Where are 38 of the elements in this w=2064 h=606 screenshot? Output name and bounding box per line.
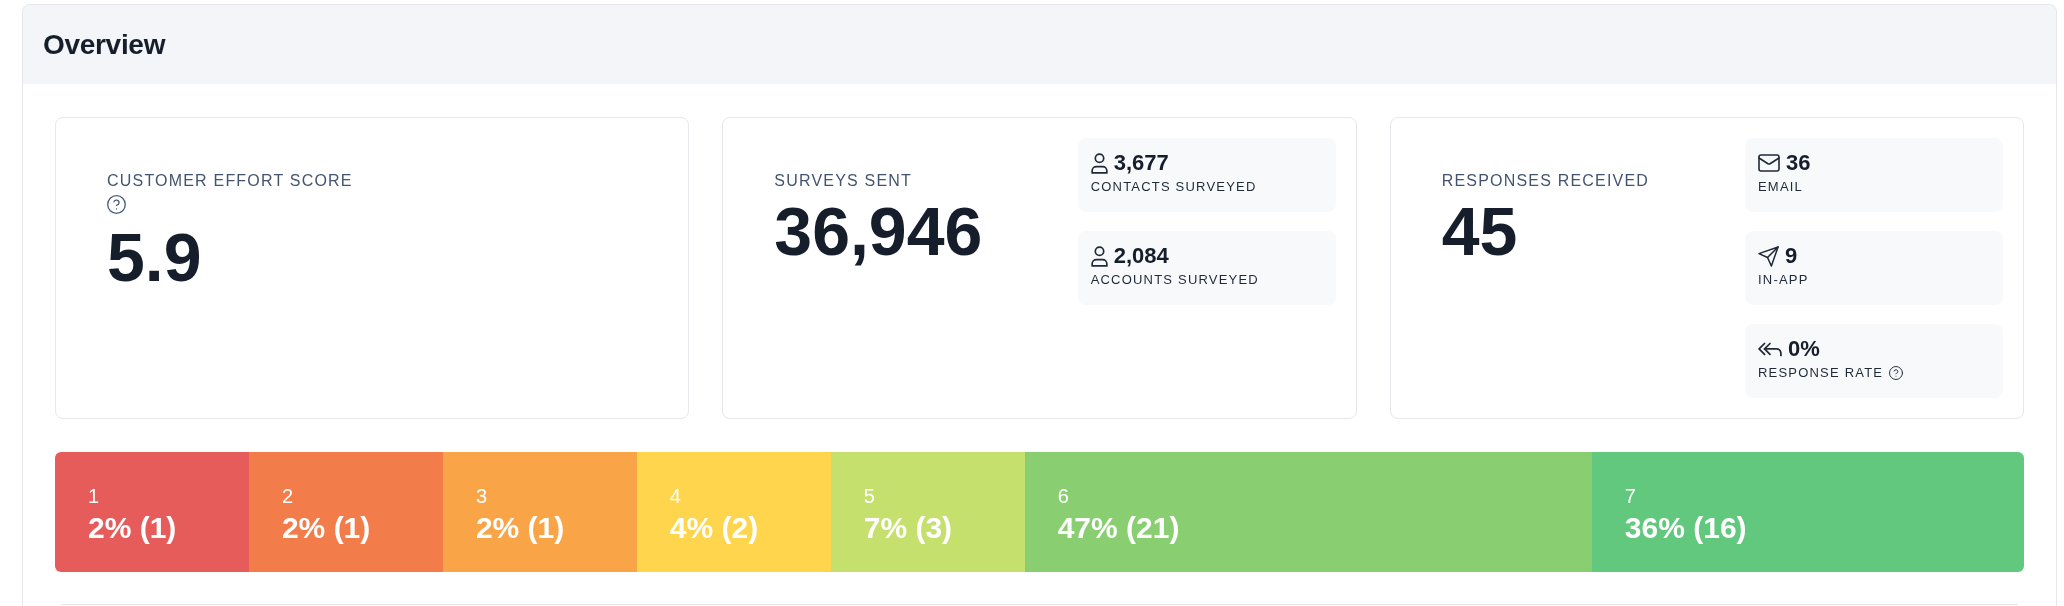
detail-value: 36 (1786, 152, 1811, 174)
stat-label: RESPONSES RECEIVED (1441, 171, 1650, 191)
paper-plane-icon (1758, 245, 1779, 267)
detail-value: 0% (1788, 338, 1820, 360)
segment-score: 4 (669, 485, 681, 507)
stat-value: 5.9 (107, 223, 202, 291)
mail-icon (1758, 154, 1780, 172)
person-icon (1090, 245, 1108, 267)
stat-value: 45 (1441, 197, 1518, 265)
segment-score: 2 (281, 485, 294, 507)
detail-value: 2,084 (1113, 245, 1169, 267)
segment-score: 5 (863, 485, 875, 507)
segment-share: 2% (1) (88, 512, 177, 544)
segment-share: 2% (1) (475, 512, 565, 544)
stat-label: CUSTOMER EFFORT SCORE (107, 171, 353, 191)
segment-score: 7 (1624, 485, 1636, 507)
detail-label: IN-APP (1758, 272, 1809, 288)
help-icon[interactable] (107, 195, 126, 214)
segment-share: 7% (3) (863, 512, 953, 544)
detail-label: ACCOUNTS SURVEYED (1090, 272, 1259, 288)
segment-share: 2% (1) (281, 512, 371, 544)
panel-title: Overview (43, 27, 166, 62)
detail-label: EMAIL (1758, 179, 1803, 195)
person-icon (1090, 152, 1108, 174)
help-icon[interactable] (1889, 366, 1904, 380)
reply-all-icon (1758, 341, 1782, 357)
segment-share: 4% (2) (669, 512, 759, 544)
segment-share: 36% (16) (1624, 512, 1747, 544)
detail-value: 3,677 (1113, 152, 1169, 174)
segment-score: 1 (88, 485, 100, 507)
detail-label: RESPONSE RATE (1758, 365, 1884, 381)
detail-value: 9 (1785, 245, 1798, 267)
detail-label: CONTACTS SURVEYED (1090, 179, 1257, 195)
segment-share: 47% (21) (1057, 512, 1180, 544)
segment-score: 6 (1057, 485, 1069, 507)
stat-value: 36,946 (774, 197, 983, 265)
stat-label: SURVEYS SENT (774, 171, 913, 191)
segment-score: 3 (475, 485, 487, 507)
